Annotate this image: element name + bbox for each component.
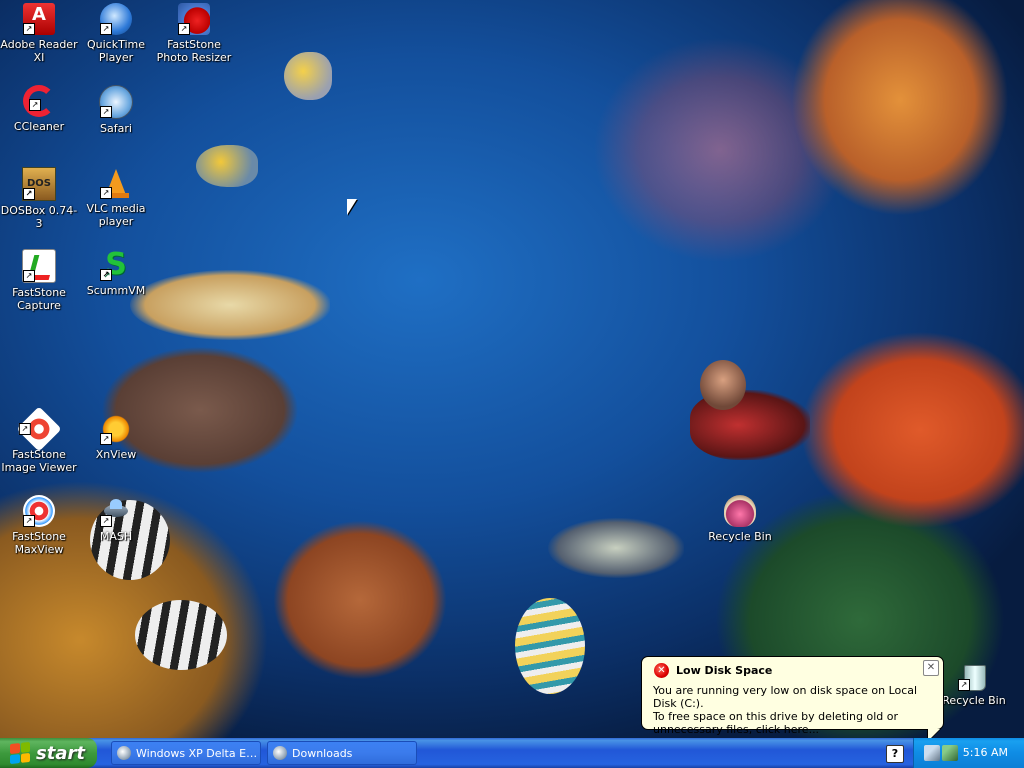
icon-label: Adobe Reader XI [0, 38, 78, 64]
desktop-icon-recycle-bin-shell[interactable]: Recycle Bin [701, 495, 779, 543]
desktop-icon-ccleaner[interactable]: ↗ CCleaner [0, 85, 78, 133]
icon-label: XnView [95, 448, 137, 461]
icon-label: Recycle Bin [708, 530, 772, 543]
faststone-maxview-icon: ↗ [23, 495, 55, 527]
quicktime-icon: ↗ [100, 3, 132, 35]
desktop-icon-quicktime[interactable]: ↗ QuickTime Player [77, 3, 155, 64]
balloon-title: Low Disk Space [676, 664, 773, 677]
recycle-bin-icon: ↗ [958, 659, 990, 691]
balloon-message[interactable]: You are running very low on disk space o… [653, 684, 935, 736]
faststone-resizer-icon: ↗ [178, 3, 210, 35]
desktop-icon-vlc[interactable]: ↗ VLC media player [77, 167, 155, 228]
vlc-icon: ↗ [100, 167, 132, 199]
fish-decoration [284, 52, 332, 100]
desktop-icon-faststone-maxview[interactable]: ↗ FastStone MaxView [0, 495, 78, 556]
low-disk-space-balloon[interactable]: ✕ Low Disk Space ✕ You are running very … [641, 656, 944, 743]
desktop[interactable]: A ↗ Adobe Reader XI ↗ QuickTime Player ↗ … [0, 0, 1024, 738]
network-icon[interactable] [924, 745, 940, 761]
safely-remove-hardware-icon[interactable] [942, 745, 958, 761]
scummvm-icon: S ↗ [100, 249, 132, 281]
safari-icon: ↗ [99, 85, 133, 119]
recycle-bin-shell-icon [724, 495, 756, 527]
faststone-capture-icon: ↗ [22, 249, 56, 283]
icon-label: FastStone MaxView [12, 530, 66, 556]
balloon-message-line: To free space on this drive by deleting … [653, 710, 899, 736]
taskbar: start Windows XP Delta Edi... Downloads … [0, 738, 1024, 768]
desktop-icon-dosbox[interactable]: DOS ↗ DOSBox 0.74-3 [0, 167, 78, 230]
fish-decoration [548, 518, 684, 578]
system-tray: 5:16 AM [913, 738, 1024, 768]
clock[interactable]: 5:16 AM [963, 746, 1008, 759]
desktop-icon-safari[interactable]: ↗ Safari [77, 85, 155, 135]
ccleaner-icon: ↗ [23, 85, 55, 117]
mash-icon: ↗ [100, 495, 132, 527]
taskbar-button-downloads[interactable]: Downloads [267, 741, 417, 765]
desktop-icon-scummvm[interactable]: S ↗ ScummVM [77, 249, 155, 298]
mouse-cursor-icon [347, 199, 357, 215]
icon-label: VLC media player [86, 202, 146, 228]
explorer-window-icon [273, 746, 287, 760]
icon-label: FastStone Capture [12, 286, 66, 312]
fish-decoration [135, 600, 227, 670]
desktop-icon-recycle-bin[interactable]: ↗ Recycle Bin [935, 659, 1013, 707]
icon-label: Safari [100, 122, 132, 135]
icon-label: QuickTime Player [86, 38, 146, 64]
icon-label: DOSBox 0.74-3 [0, 204, 78, 230]
error-icon: ✕ [654, 663, 669, 678]
taskbar-button-windows-xp-delta[interactable]: Windows XP Delta Edi... [111, 741, 261, 765]
desktop-icon-faststone-photo-resizer[interactable]: ↗ FastStone Photo Resizer [155, 3, 233, 64]
windows-flag-icon [10, 741, 30, 765]
icon-label: FastStone Photo Resizer [156, 38, 232, 64]
desktop-icon-adobe-reader[interactable]: A ↗ Adobe Reader XI [0, 3, 78, 64]
task-label: Windows XP Delta Edi... [136, 746, 261, 760]
task-label: Downloads [292, 746, 353, 760]
help-icon[interactable]: ? [886, 745, 904, 763]
start-label: start [36, 742, 85, 764]
balloon-message-line: You are running very low on disk space o… [653, 684, 918, 710]
icon-label: Recycle Bin [942, 694, 1006, 707]
start-button[interactable]: start [0, 738, 97, 768]
desktop-icon-faststone-image-viewer[interactable]: ↗ FastStone Image Viewer [0, 406, 78, 474]
xnview-icon: ↗ [100, 413, 132, 445]
scuba-diver-decoration [670, 360, 820, 470]
fish-decoration [196, 145, 258, 187]
dosbox-icon: DOS ↗ [22, 167, 56, 201]
icon-label: MASH [99, 530, 133, 543]
balloon-close-button[interactable]: ✕ [923, 660, 939, 676]
adobe-reader-icon: A ↗ [23, 3, 55, 35]
explorer-window-icon [117, 746, 131, 760]
faststone-viewer-icon: ↗ [16, 406, 62, 452]
fish-decoration [130, 270, 330, 340]
desktop-icon-xnview[interactable]: ↗ XnView [77, 413, 155, 461]
icon-label: CCleaner [13, 120, 65, 133]
desktop-icon-faststone-capture[interactable]: ↗ FastStone Capture [0, 249, 78, 312]
icon-label: FastStone Image Viewer [1, 448, 77, 474]
fish-decoration [515, 598, 585, 694]
desktop-icon-mash[interactable]: ↗ MASH [77, 495, 155, 543]
icon-label: ScummVM [86, 284, 146, 297]
